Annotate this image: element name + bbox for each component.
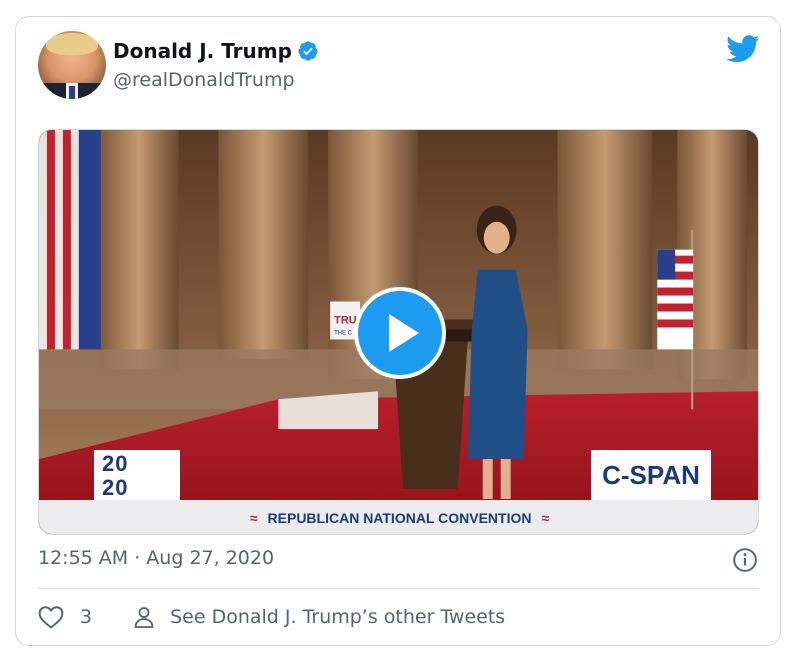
- author-handle[interactable]: @realDonaldTrump: [113, 69, 295, 91]
- heart-icon[interactable]: [38, 605, 64, 629]
- see-other-tweets-link[interactable]: See Donald J. Trump’s other Tweets: [170, 606, 505, 628]
- play-button[interactable]: [354, 287, 446, 379]
- user-icon[interactable]: [132, 605, 156, 629]
- divider: [38, 588, 759, 589]
- like-count[interactable]: 3: [80, 606, 92, 628]
- verified-badge-icon: [298, 41, 318, 61]
- author-avatar[interactable]: [38, 31, 106, 99]
- logo-line-2: 20: [102, 475, 129, 500]
- lower-third-banner: ≈ REPUBLICAN NATIONAL CONVENTION ≈: [39, 500, 758, 534]
- tweet-card: Donald J. Trump @realDonaldTrump TRU THE…: [15, 16, 781, 646]
- author-name-row: Donald J. Trump: [113, 39, 319, 63]
- video-player[interactable]: TRU THE C 20 20 C-SPAN ≈ REPUBLICAN NATI: [38, 129, 759, 535]
- flag-mark-icon: ≈: [249, 510, 258, 526]
- flag-mark-icon: ≈: [541, 510, 550, 526]
- info-icon[interactable]: [732, 547, 758, 573]
- broadcaster-logo: C-SPAN: [591, 450, 711, 500]
- tweet-timestamp[interactable]: 12:55 AM · Aug 27, 2020: [38, 547, 274, 569]
- podium-sign-subtext: THE C: [334, 330, 353, 336]
- author-name[interactable]: Donald J. Trump: [113, 39, 292, 63]
- rnc-2020-logo: 20 20: [94, 450, 180, 502]
- podium-sign-text: TRU: [334, 314, 357, 326]
- play-icon: [389, 314, 419, 352]
- banner-text: REPUBLICAN NATIONAL CONVENTION: [267, 510, 532, 526]
- twitter-bird-icon[interactable]: [726, 35, 760, 63]
- logo-line-1: 20: [102, 451, 129, 476]
- tweet-actions: 3 See Donald J. Trump’s other Tweets: [38, 602, 505, 632]
